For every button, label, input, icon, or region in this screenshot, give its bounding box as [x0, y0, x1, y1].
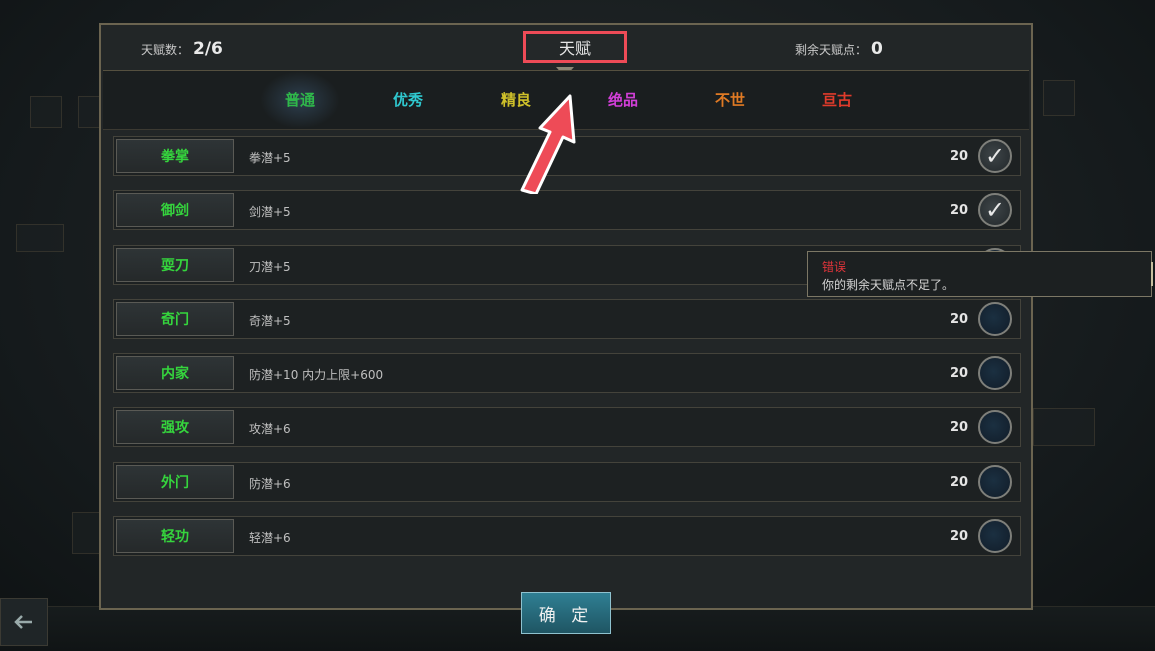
- panel-title: 天赋: [523, 31, 627, 63]
- talent-effect: 刀潜+5: [249, 259, 291, 274]
- tab-4[interactable]: 不世: [690, 89, 770, 110]
- remaining-points-value: 0: [871, 39, 883, 59]
- talent-name-button[interactable]: 强攻: [116, 410, 234, 445]
- tab-5[interactable]: 亘古: [797, 89, 877, 110]
- background-left-panel: [0, 0, 102, 650]
- bg-button: [72, 512, 102, 554]
- talent-cost: 20: [950, 366, 969, 382]
- error-tooltip: 错误 你的剩余天赋点不足了。: [807, 251, 1153, 297]
- tab-0[interactable]: 普通: [260, 71, 340, 129]
- remaining-points-label: 剩余天赋点：: [795, 43, 868, 57]
- talent-effect: 拳潜+5: [249, 151, 291, 165]
- talent-row[interactable]: 强攻 攻潜+6 20: [113, 407, 1021, 448]
- talent-name-button[interactable]: 轻功: [116, 519, 234, 554]
- talent-name-button[interactable]: 内家: [116, 356, 234, 391]
- talent-effect: 防潜+6: [249, 476, 291, 491]
- talent-effect: 攻潜+6: [249, 422, 291, 437]
- confirm-button[interactable]: 确 定: [521, 592, 611, 634]
- confirm-button-label: 确 定: [538, 605, 594, 626]
- talent-count-value: 2/6: [193, 39, 223, 59]
- back-arrow-button[interactable]: [0, 598, 48, 646]
- bg-icon: [1043, 80, 1075, 116]
- tooltip-notch: [1145, 262, 1153, 286]
- bg-tag: [16, 224, 64, 252]
- talent-name-button[interactable]: 御剑: [116, 193, 234, 228]
- talent-select-toggle[interactable]: ✓: [978, 193, 1012, 228]
- talent-effect: 奇潜+5: [249, 313, 291, 328]
- talent-cost: 20: [950, 311, 969, 327]
- talent-select-toggle[interactable]: ✓: [978, 139, 1012, 173]
- background-right-panel: [1033, 0, 1155, 650]
- talent-list: 拳掌拳潜+520✓御剑剑潜+520✓耍刀刀潜+520奇门奇潜+520内家防潜+1…: [113, 136, 1023, 570]
- bg-icon: [30, 96, 62, 128]
- talent-select-toggle[interactable]: [978, 519, 1012, 554]
- remaining-points: 剩余天赋点： 0: [795, 39, 883, 59]
- panel-header: 天赋数： 2/6 天赋 剩余天赋点： 0: [101, 25, 1031, 77]
- talent-select-toggle[interactable]: [978, 301, 1012, 336]
- talent-effect: 防潜+10 内力上限+600: [249, 368, 384, 383]
- talent-row[interactable]: 外门 防潜+6 20: [113, 461, 1021, 502]
- bg-tab: [1033, 408, 1095, 446]
- tooltip-message: 你的剩余天赋点不足了。: [822, 278, 955, 292]
- talent-name-button[interactable]: 外门: [116, 464, 234, 499]
- panel-title-text: 天赋: [558, 39, 591, 58]
- talent-name-button[interactable]: 耍刀: [116, 247, 234, 282]
- talent-row[interactable]: 内家 防潜+10 内力上限+600 20: [113, 353, 1021, 394]
- talent-name-button[interactable]: 拳掌: [116, 139, 234, 173]
- talent-row[interactable]: 轻功 轻潜+6 20: [113, 516, 1021, 557]
- talent-cost: 20: [950, 420, 969, 436]
- talent-effect: 剑潜+5: [249, 205, 291, 220]
- talent-row[interactable]: 御剑 剑潜+5 20 ✓: [113, 190, 1021, 231]
- talent-select-toggle[interactable]: [978, 356, 1012, 391]
- talent-name-button[interactable]: 奇门: [116, 301, 234, 336]
- talent-select-toggle[interactable]: [978, 464, 1012, 499]
- checkmark-icon: ✓: [984, 196, 1006, 225]
- talent-select-toggle[interactable]: [978, 410, 1012, 445]
- talent-cost: 20: [950, 203, 969, 219]
- annotation-arrow-icon: [520, 94, 576, 194]
- talent-cost: 20: [950, 149, 969, 164]
- checkmark-icon: ✓: [984, 142, 1006, 170]
- talent-row[interactable]: 奇门 奇潜+5 20: [113, 298, 1021, 339]
- talent-cost: 20: [950, 474, 969, 490]
- talent-cost: 20: [950, 529, 969, 545]
- talent-count-label: 天赋数：: [141, 43, 190, 57]
- talent-effect: 轻潜+6: [249, 531, 291, 546]
- tooltip-title: 错误: [822, 260, 847, 274]
- back-arrow-icon: [14, 615, 32, 629]
- talent-count: 天赋数： 2/6: [141, 39, 223, 59]
- tab-1[interactable]: 优秀: [368, 89, 448, 110]
